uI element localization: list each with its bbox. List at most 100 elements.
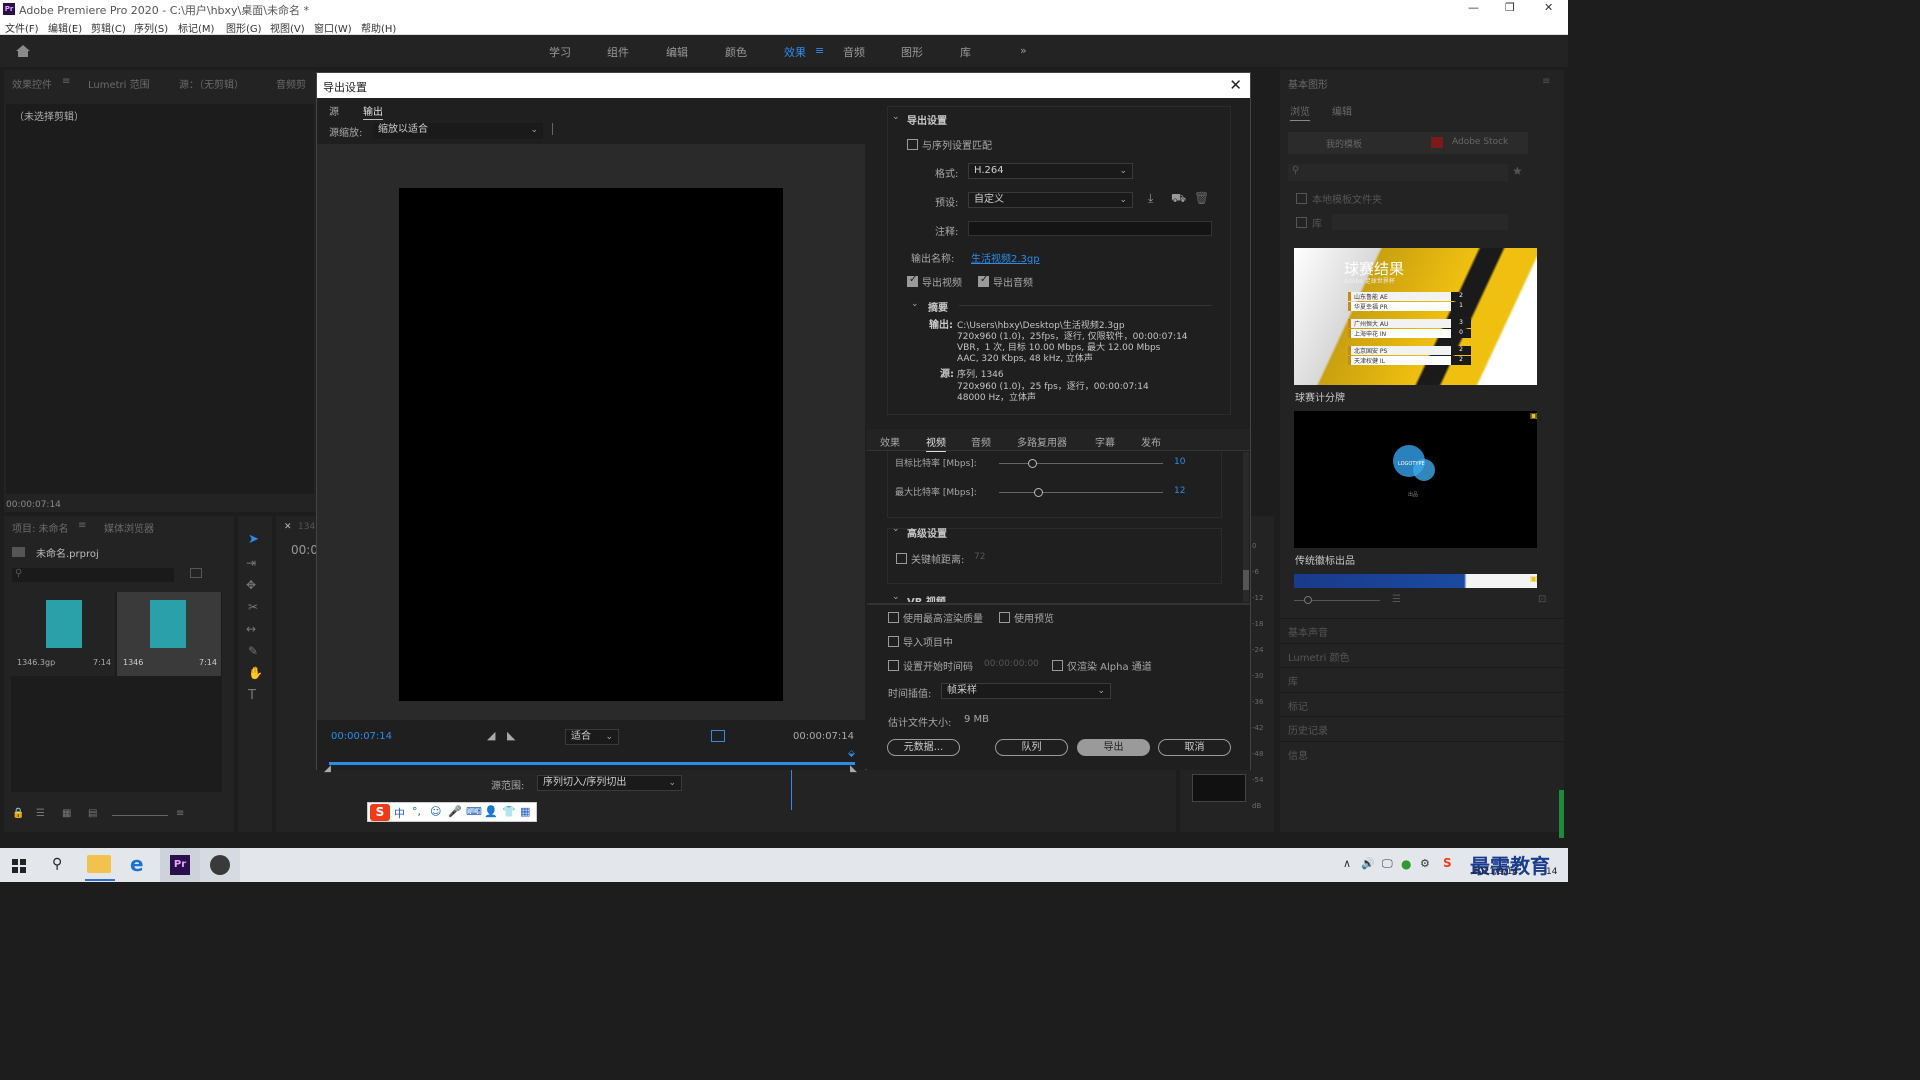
metadata-button[interactable]: 元数据... bbox=[887, 739, 960, 756]
set-out-point-icon[interactable]: ◣ bbox=[507, 729, 515, 742]
format-dropdown[interactable]: H.264 ⌄ bbox=[968, 163, 1133, 179]
collapsed-panel-header[interactable]: 基本声音 bbox=[1280, 618, 1564, 640]
comment-input[interactable] bbox=[968, 221, 1212, 236]
freeform-view-icon[interactable]: ▤ bbox=[88, 808, 97, 819]
import-into-project-checkbox[interactable] bbox=[888, 636, 899, 647]
razor-tool-icon[interactable]: ✂ bbox=[248, 600, 258, 614]
time-interpolation-dropdown[interactable]: 帧采样 ⌄ bbox=[941, 683, 1111, 699]
fit-dropdown[interactable]: 适合 ⌄ bbox=[565, 729, 619, 745]
project-tab-menu-icon[interactable]: ≡ bbox=[78, 520, 86, 531]
ime-tool-icon[interactable]: °, bbox=[412, 805, 421, 818]
minimize-button[interactable]: — bbox=[1468, 1, 1479, 14]
tab-audio[interactable]: 音频 bbox=[971, 434, 991, 449]
workspace-graphics[interactable]: 图形 bbox=[901, 44, 923, 60]
aspect-ratio-icon[interactable] bbox=[711, 730, 725, 742]
out-handle-icon[interactable]: ◣ bbox=[850, 764, 857, 774]
keyframe-distance-checkbox[interactable] bbox=[896, 553, 907, 564]
template-search-input[interactable]: ⚲ bbox=[1288, 164, 1508, 181]
collapsed-panel-header[interactable]: 库 bbox=[1280, 667, 1564, 689]
match-sequence-checkbox[interactable] bbox=[907, 139, 918, 150]
source-range-dropdown[interactable]: 序列切入/序列切出 ⌄ bbox=[537, 775, 682, 791]
chevron-down-icon[interactable]: ⌄ bbox=[892, 112, 900, 122]
workspace-learn[interactable]: 学习 bbox=[549, 44, 571, 60]
tab-audio-mixer[interactable]: 音频剪 bbox=[276, 76, 306, 91]
chevron-down-icon[interactable]: ⌄ bbox=[892, 592, 900, 602]
file-explorer-icon[interactable] bbox=[87, 855, 111, 873]
tab-my-templates[interactable]: 我的模板 bbox=[1326, 137, 1362, 150]
save-preset-icon[interactable]: ⤓ bbox=[1148, 191, 1153, 206]
project-item[interactable]: 1346 7:14 bbox=[117, 592, 221, 676]
menu-file[interactable]: 文件(F) bbox=[5, 20, 39, 35]
thumbnail-size-handle[interactable] bbox=[1304, 596, 1312, 604]
icon-view-icon[interactable]: ▦ bbox=[62, 808, 71, 819]
menu-help[interactable]: 帮助(H) bbox=[361, 20, 396, 35]
menu-graphics[interactable]: 图形(G) bbox=[226, 20, 262, 35]
workspace-audio[interactable]: 音频 bbox=[843, 44, 865, 60]
target-bitrate-handle[interactable] bbox=[1027, 459, 1037, 468]
playhead-marker-icon[interactable]: ⬙ bbox=[848, 749, 855, 759]
export-video-checkbox[interactable] bbox=[907, 274, 918, 287]
tray-app-icon[interactable]: ● bbox=[1401, 857, 1411, 871]
workspace-editing[interactable]: 编辑 bbox=[666, 44, 688, 60]
menu-window[interactable]: 窗口(W) bbox=[314, 20, 352, 35]
max-bitrate-value[interactable]: 12 bbox=[1174, 486, 1185, 496]
photo-taskbar-item[interactable] bbox=[200, 848, 240, 882]
track-select-tool-icon[interactable]: ⇥ bbox=[246, 556, 256, 570]
restore-button[interactable]: ❐ bbox=[1505, 1, 1515, 14]
close-sequence-icon[interactable]: ✕ bbox=[284, 522, 292, 532]
settings-scrollbar[interactable] bbox=[1243, 452, 1249, 602]
sogou-logo-icon[interactable]: S bbox=[370, 804, 390, 821]
ime-tool-icon[interactable]: 👕 bbox=[502, 805, 516, 818]
source-scale-dropdown[interactable]: 缩放以适合 ⌄ bbox=[373, 123, 543, 139]
favorites-star-icon[interactable]: ★ bbox=[1512, 164, 1523, 178]
tab-source[interactable]: 源：（无剪辑） bbox=[179, 76, 244, 91]
project-item[interactable]: 1346.3gp 7:14 bbox=[11, 592, 115, 676]
search-icon[interactable]: ⚲ bbox=[52, 856, 62, 872]
workspace-effects[interactable]: 效果 bbox=[784, 44, 806, 60]
collapsed-panel-header[interactable]: 历史记录 bbox=[1280, 716, 1564, 738]
render-alpha-checkbox[interactable] bbox=[1052, 660, 1063, 671]
type-tool-icon[interactable]: T bbox=[248, 688, 256, 703]
tab-edit[interactable]: 编辑 bbox=[1332, 103, 1352, 118]
collapsed-panel-header[interactable]: 标记 bbox=[1280, 691, 1564, 714]
in-handle-icon[interactable]: ◢ bbox=[324, 764, 331, 774]
workspace-menu-icon[interactable]: ≡ bbox=[815, 44, 824, 57]
ime-tool-icon[interactable]: 🎤 bbox=[448, 805, 462, 818]
collapsed-panel-header[interactable]: Lumetri 颜色 bbox=[1280, 642, 1564, 665]
tab-multiplexer[interactable]: 多路复用器 bbox=[1017, 434, 1067, 449]
sogou-tray-icon[interactable]: S bbox=[1443, 856, 1452, 870]
menu-edit[interactable]: 编辑(E) bbox=[48, 20, 82, 35]
ime-tool-icon[interactable]: ⌨ bbox=[466, 805, 482, 818]
tab-publish[interactable]: 发布 bbox=[1141, 434, 1161, 449]
ime-tool-icon[interactable]: 中 bbox=[394, 805, 405, 821]
menu-clip[interactable]: 剪辑(C) bbox=[91, 20, 126, 35]
sequence-tab[interactable]: 134 bbox=[298, 522, 315, 532]
tab-effects[interactable]: 效果 bbox=[880, 434, 900, 449]
menu-sequence[interactable]: 序列(S) bbox=[134, 20, 168, 35]
new-bin-icon[interactable] bbox=[190, 568, 202, 578]
workspace-color[interactable]: 颜色 bbox=[725, 44, 747, 60]
use-previews-checkbox[interactable] bbox=[999, 612, 1010, 623]
tab-video[interactable]: 视频 bbox=[926, 434, 946, 452]
project-search-input[interactable]: ⚲ bbox=[12, 568, 174, 582]
tab-media-browser[interactable]: 媒体浏览器 bbox=[104, 520, 154, 535]
library-checkbox[interactable] bbox=[1296, 217, 1307, 228]
list-view-icon[interactable]: ☰ bbox=[36, 808, 45, 819]
chevron-down-icon[interactable]: ⌄ bbox=[892, 524, 900, 534]
tab-menu-icon[interactable]: ≡ bbox=[62, 76, 70, 87]
workspace-libraries[interactable]: 库 bbox=[960, 44, 971, 60]
start-timecode-value[interactable]: 00:00:00:00 bbox=[984, 659, 1039, 669]
cancel-button[interactable]: 取消 bbox=[1158, 739, 1231, 756]
range-bar[interactable] bbox=[329, 762, 855, 765]
lock-icon[interactable]: 🔒 bbox=[12, 808, 24, 819]
start-timecode-checkbox[interactable] bbox=[888, 660, 899, 671]
workspace-assembly[interactable]: 组件 bbox=[607, 44, 629, 60]
dialog-close-button[interactable]: ✕ bbox=[1229, 76, 1242, 94]
menu-view[interactable]: 视图(V) bbox=[270, 20, 305, 35]
import-preset-icon[interactable]: ⛟ bbox=[1171, 191, 1186, 207]
output-name-link[interactable]: 生活视频2.3gp bbox=[971, 250, 1040, 265]
zoom-slider[interactable] bbox=[112, 815, 168, 816]
playhead[interactable] bbox=[791, 766, 792, 810]
notification-count[interactable]: 14 bbox=[1546, 867, 1557, 877]
chevron-down-icon[interactable]: ⌄ bbox=[911, 299, 919, 309]
